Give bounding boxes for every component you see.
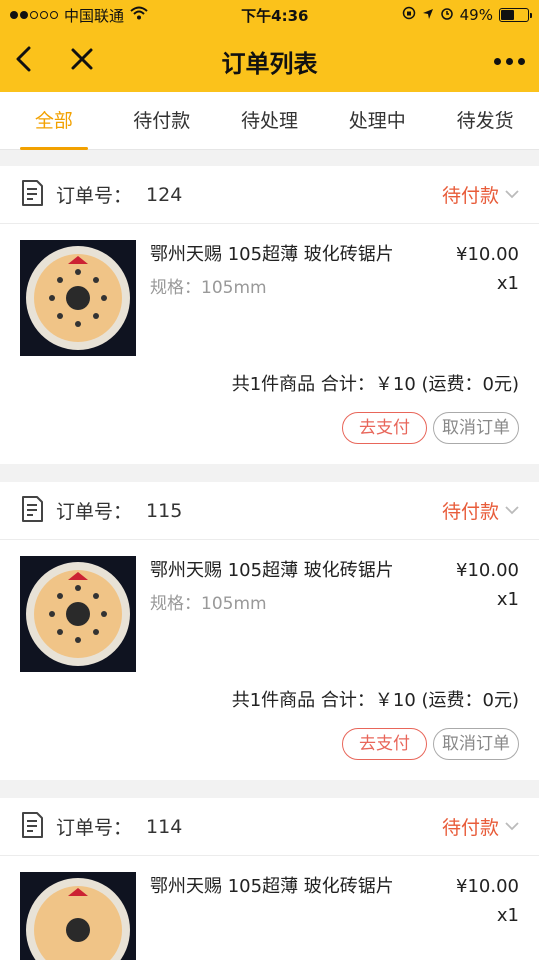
product-name: 鄂州天赐 105超薄 玻化砖锯片 (150, 244, 394, 265)
close-button[interactable] (70, 47, 94, 75)
rotation-lock-icon (402, 6, 416, 24)
order-actions: 去支付 取消订单 (0, 396, 539, 464)
order-card: 订单号： 114 待付款 鄂州天赐 105超薄 玻化砖锯片 ¥10.00 x1 (0, 798, 539, 960)
chevron-left-icon (16, 46, 31, 72)
order-status[interactable]: 待付款 (442, 813, 519, 840)
order-card: 订单号： 124 待付款 鄂州天赐 105超薄 玻化砖锯片 规格：105mm ¥… (0, 166, 539, 464)
more-button[interactable] (494, 57, 525, 65)
status-bar: 中国联通 下午4:36 49% (0, 0, 539, 30)
document-icon (20, 811, 44, 843)
product-row[interactable]: 鄂州天赐 105超薄 玻化砖锯片 规格：105mm ¥10.00 x1 (0, 540, 539, 672)
wifi-icon (130, 6, 148, 24)
product-image[interactable] (20, 240, 136, 356)
product-row[interactable]: 鄂州天赐 105超薄 玻化砖锯片 规格：105mm ¥10.00 x1 (0, 224, 539, 356)
order-status[interactable]: 待付款 (442, 497, 519, 524)
product-price: ¥10.00 (456, 876, 519, 897)
product-image[interactable] (20, 872, 136, 960)
tab-processing[interactable]: 处理中 (323, 92, 431, 150)
status-time: 下午4:36 (241, 6, 309, 25)
product-spec: 规格：105mm (150, 278, 267, 298)
order-status[interactable]: 待付款 (442, 181, 519, 208)
document-icon (20, 179, 44, 211)
signal-icon (10, 11, 58, 19)
product-spec: 规格：105mm (150, 594, 267, 614)
back-button[interactable] (14, 46, 34, 76)
order-card: 订单号： 115 待付款 鄂州天赐 105超薄 玻化砖锯片 规格：105mm ¥… (0, 482, 539, 780)
order-header: 订单号： 114 待付款 (0, 798, 539, 856)
cancel-order-button[interactable]: 取消订单 (433, 412, 519, 444)
product-price: ¥10.00 (456, 244, 519, 265)
order-number: 115 (146, 499, 183, 522)
location-icon (422, 6, 434, 24)
order-number-label: 订单号： (56, 185, 133, 207)
product-qty: x1 (496, 273, 519, 294)
order-summary: 共1件商品 合计：￥10 (运费：0元) (231, 374, 519, 395)
chevron-down-icon (505, 506, 519, 515)
status-left: 中国联通 (10, 5, 148, 26)
pay-button[interactable]: 去支付 (342, 412, 427, 444)
pay-button[interactable]: 去支付 (342, 728, 427, 760)
order-status-label: 待付款 (441, 501, 499, 523)
order-number: 114 (146, 815, 183, 838)
top-bar: 中国联通 下午4:36 49% 订单列表 (0, 0, 539, 92)
close-icon (71, 48, 93, 70)
order-status-label: 待付款 (441, 817, 499, 839)
order-number-label: 订单号： (56, 817, 133, 839)
nav-bar: 订单列表 (0, 30, 539, 92)
product-qty: x1 (496, 589, 519, 610)
more-icon (494, 57, 501, 65)
battery-percent: 49% (459, 6, 493, 24)
order-tabs: 全部 待付款 待处理 处理中 待发货 (0, 92, 539, 150)
order-header: 订单号： 115 待付款 (0, 482, 539, 540)
tab-all[interactable]: 全部 (0, 92, 108, 150)
chevron-down-icon (505, 822, 519, 831)
nav-left (14, 46, 94, 76)
status-right: 49% (402, 6, 532, 24)
product-qty: x1 (496, 905, 519, 926)
product-price-qty: ¥10.00 x1 (429, 240, 519, 356)
product-name: 鄂州天赐 105超薄 玻化砖锯片 (150, 560, 394, 581)
tab-pending-process[interactable]: 待处理 (216, 92, 324, 150)
product-name: 鄂州天赐 105超薄 玻化砖锯片 (150, 876, 394, 897)
product-info: 鄂州天赐 105超薄 玻化砖锯片 规格：105mm (136, 556, 429, 672)
product-price-qty: ¥10.00 x1 (429, 556, 519, 672)
tab-pending-payment[interactable]: 待付款 (108, 92, 216, 150)
order-number: 124 (146, 183, 183, 206)
battery-icon (498, 8, 532, 22)
tab-pending-shipment[interactable]: 待发货 (431, 92, 539, 150)
product-image[interactable] (20, 556, 136, 672)
order-actions: 去支付 取消订单 (0, 712, 539, 780)
document-icon (20, 495, 44, 527)
carrier-label: 中国联通 (64, 6, 125, 25)
product-price: ¥10.00 (456, 560, 519, 581)
alarm-icon (440, 6, 454, 24)
cancel-order-button[interactable]: 取消订单 (433, 728, 519, 760)
order-summary: 共1件商品 合计：￥10 (运费：0元) (231, 690, 519, 711)
chevron-down-icon (505, 190, 519, 199)
product-row[interactable]: 鄂州天赐 105超薄 玻化砖锯片 ¥10.00 x1 (0, 856, 539, 960)
product-price-qty: ¥10.00 x1 (429, 872, 519, 960)
order-header: 订单号： 124 待付款 (0, 166, 539, 224)
product-info: 鄂州天赐 105超薄 玻化砖锯片 (136, 872, 429, 960)
order-status-label: 待付款 (441, 185, 499, 207)
product-info: 鄂州天赐 105超薄 玻化砖锯片 规格：105mm (136, 240, 429, 356)
order-number-label: 订单号： (56, 501, 133, 523)
